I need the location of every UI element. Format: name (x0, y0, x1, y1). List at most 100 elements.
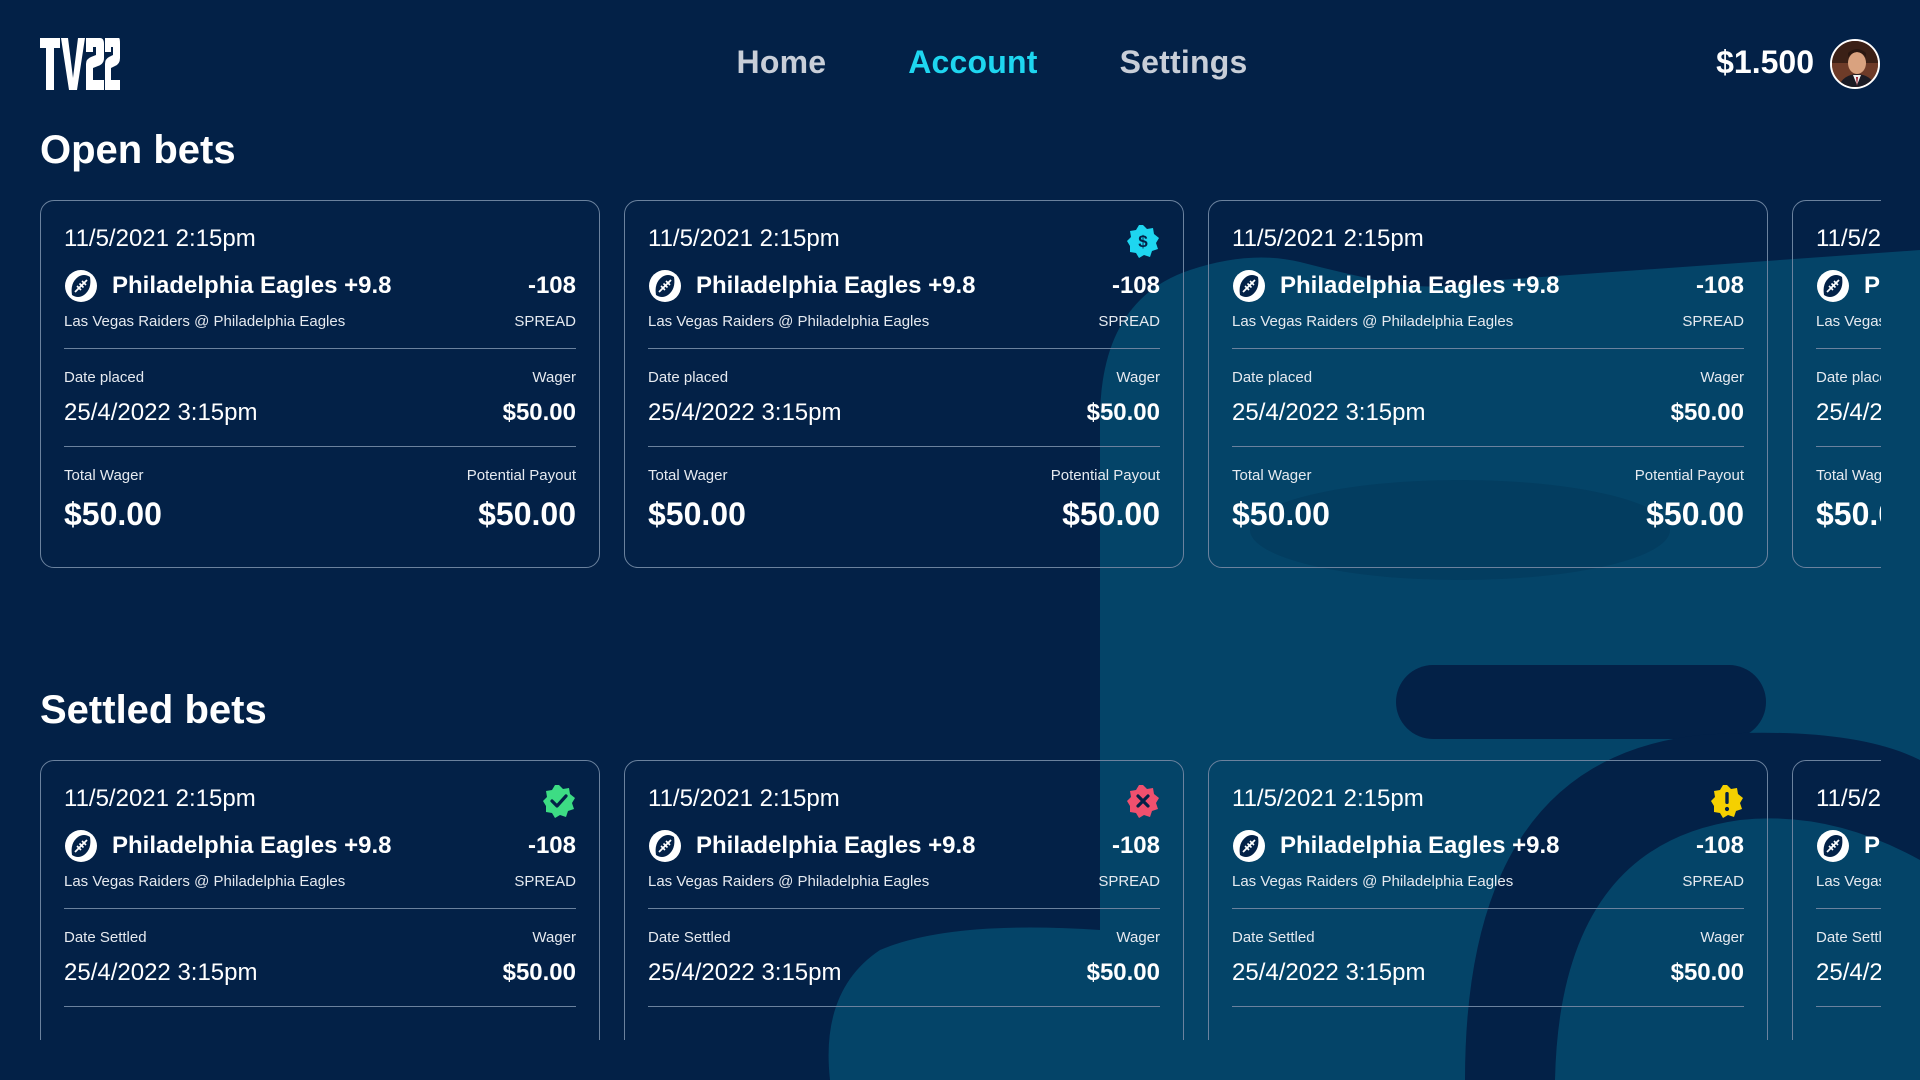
wager-label: Wager (1700, 929, 1744, 946)
potential-payout-value: $50.00 (1646, 495, 1744, 532)
nav-home[interactable]: Home (737, 44, 827, 81)
bet-selection: Philadelphia Eagles +9.8 (1280, 272, 1560, 299)
divider (648, 446, 1160, 447)
total-wager-label: Total Wager (64, 467, 144, 484)
date-label: Date placed (64, 369, 145, 386)
wager-value: $50.00 (1086, 959, 1160, 986)
nav-account[interactable]: Account (908, 44, 1037, 81)
football-icon (1232, 269, 1266, 303)
divider (1232, 446, 1744, 447)
wager-label: Wager (532, 369, 576, 386)
bet-odds: -108 (1111, 272, 1160, 299)
football-icon (64, 829, 98, 863)
divider (1232, 1006, 1744, 1007)
bet-card[interactable]: 11/5/2021 2:15pm Philadelphia Eagles +9.… (1792, 760, 1881, 1040)
bet-matchup: Las Vegas Raiders @ Philadelphia Eagles (1816, 873, 1881, 890)
open-bets-title: Open bets (40, 128, 236, 172)
settled-bets-row[interactable]: 11/5/2021 2:15pm Philadelphia Eagles +9.… (40, 760, 1881, 1040)
bet-matchup: Las Vegas Raiders @ Philadelphia Eagles (1232, 873, 1514, 890)
date-label: Date Settled (1232, 929, 1315, 946)
bet-card[interactable]: 11/5/2021 2:15pm $ Philadelphia Eagles +… (624, 200, 1184, 568)
date-label: Date placed (1816, 369, 1881, 386)
wager-label: Wager (1116, 369, 1160, 386)
date-label: Date Settled (1816, 929, 1881, 946)
date-label: Date placed (648, 369, 729, 386)
bet-type: SPREAD (1098, 313, 1160, 330)
date-value: 25/4/2022 3:15pm (64, 959, 258, 986)
top-bar: Home Account Settings $1.500 (0, 0, 1920, 128)
avatar-portrait-icon (1832, 41, 1878, 87)
football-icon (1816, 829, 1850, 863)
bet-card[interactable]: 11/5/2021 2:15pm Philadelphia Eagles +9.… (624, 760, 1184, 1040)
divider (1816, 1006, 1881, 1007)
main-nav: Home Account Settings (0, 44, 1920, 81)
bet-selection: Philadelphia Eagles +9.8 (112, 832, 392, 859)
bet-datetime: 11/5/2021 2:15pm (64, 785, 256, 812)
bet-datetime: 11/5/2021 2:15pm (648, 785, 840, 812)
total-wager-label: Total Wager (1816, 467, 1881, 484)
divider (64, 446, 576, 447)
divider (648, 348, 1160, 349)
bet-type: SPREAD (1682, 873, 1744, 890)
wager-label: Wager (1116, 929, 1160, 946)
bet-datetime: 11/5/2021 2:15pm (1232, 225, 1424, 252)
total-wager-label: Total Wager (648, 467, 728, 484)
check-icon (542, 784, 576, 818)
football-icon (64, 269, 98, 303)
football-icon (1232, 829, 1266, 863)
bet-card[interactable]: 11/5/2021 2:15pm Philadelphia Eagles +9.… (40, 760, 600, 1040)
bet-type: SPREAD (1682, 313, 1744, 330)
bet-type: SPREAD (514, 873, 576, 890)
divider (64, 348, 576, 349)
potential-payout-value: $50.00 (478, 495, 576, 532)
bet-selection: Philadelphia Eagles +9.8 (1280, 832, 1560, 859)
wager-value: $50.00 (1670, 959, 1744, 986)
bet-type: SPREAD (514, 313, 576, 330)
bet-matchup: Las Vegas Raiders @ Philadelphia Eagles (648, 873, 930, 890)
bet-card[interactable]: 11/5/2021 2:15pm Philadelphia Eagles +9.… (1208, 200, 1768, 568)
divider (1232, 908, 1744, 909)
bet-datetime: 11/5/2021 2:15pm (64, 225, 256, 252)
bet-matchup: Las Vegas Raiders @ Philadelphia Eagles (648, 313, 930, 330)
bet-odds: -108 (527, 832, 576, 859)
divider (1816, 908, 1881, 909)
user-avatar[interactable] (1830, 39, 1880, 89)
svg-text:$: $ (1138, 232, 1148, 251)
bet-card[interactable]: 11/5/2021 2:15pm Philadelphia Eagles +9.… (1208, 760, 1768, 1040)
date-label: Date Settled (64, 929, 147, 946)
bet-card[interactable]: 11/5/2021 2:15pm Philadelphia Eagles +9.… (1792, 200, 1881, 568)
total-wager-value: $50.00 (1816, 495, 1881, 532)
football-icon (648, 269, 682, 303)
football-icon (648, 829, 682, 863)
nav-settings[interactable]: Settings (1120, 44, 1248, 81)
bet-matchup: Las Vegas Raiders @ Philadelphia Eagles (1232, 313, 1514, 330)
potential-payout-label: Potential Payout (466, 467, 576, 484)
wager-value: $50.00 (502, 959, 576, 986)
potential-payout-value: $50.00 (1062, 495, 1160, 532)
bet-matchup: Las Vegas Raiders @ Philadelphia Eagles (1816, 313, 1881, 330)
total-wager-value: $50.00 (648, 495, 746, 532)
account-balance: $1.500 (1716, 44, 1814, 80)
bet-datetime: 11/5/2021 2:15pm (1232, 785, 1424, 812)
wager-label: Wager (1700, 369, 1744, 386)
bet-card[interactable]: 11/5/2021 2:15pm Philadelphia Eagles +9.… (40, 200, 600, 568)
divider (64, 1006, 576, 1007)
divider (648, 1006, 1160, 1007)
total-wager-value: $50.00 (64, 495, 162, 532)
alert-icon (1710, 784, 1744, 818)
bet-odds: -108 (1695, 272, 1744, 299)
potential-payout-label: Potential Payout (1634, 467, 1744, 484)
bet-datetime: 11/5/2021 2:15pm (648, 225, 840, 252)
bet-datetime: 11/5/2021 2:15pm (1816, 225, 1881, 252)
bet-selection: Philadelphia Eagles +9.8 (696, 272, 976, 299)
wager-value: $50.00 (1670, 399, 1744, 426)
bet-matchup: Las Vegas Raiders @ Philadelphia Eagles (64, 313, 346, 330)
bet-type: SPREAD (1098, 873, 1160, 890)
bet-selection: Philadelphia Eagles +9.8 (1864, 272, 1881, 299)
bet-odds: -108 (527, 272, 576, 299)
date-label: Date placed (1232, 369, 1313, 386)
potential-payout-label: Potential Payout (1050, 467, 1160, 484)
bet-datetime: 11/5/2021 2:15pm (1816, 785, 1881, 812)
open-bets-row[interactable]: 11/5/2021 2:15pm Philadelphia Eagles +9.… (40, 200, 1881, 570)
divider (1816, 446, 1881, 447)
